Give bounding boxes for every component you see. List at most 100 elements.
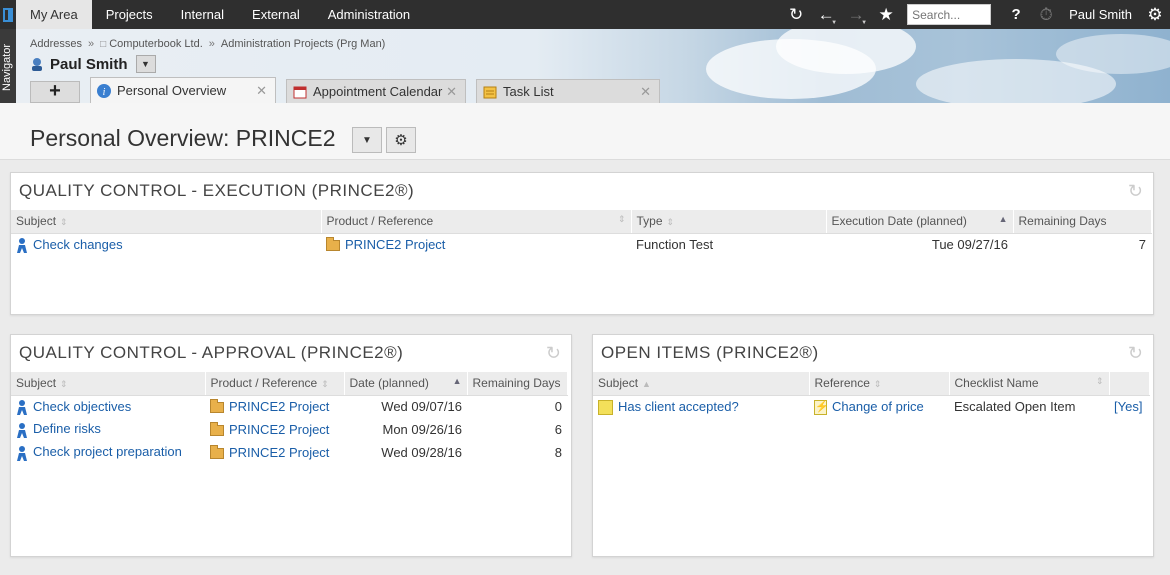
reference-link[interactable]: PRINCE2 Project xyxy=(229,422,329,437)
date-cell: Wed 09/28/16 xyxy=(344,441,467,464)
tab-appointment-calendar[interactable]: Appointment Calendar ✕ xyxy=(286,79,466,103)
execution-table: Subject ⇕ Product / Reference ⇕ Type ⇕ Exec… xyxy=(11,210,1152,256)
user-icon xyxy=(32,58,42,71)
person-dropdown-button[interactable]: ▼ xyxy=(135,55,156,73)
navigator-strip[interactable]: Navigator xyxy=(0,29,16,103)
column-header-flag[interactable] xyxy=(1109,372,1150,396)
column-header-reference[interactable]: Product / Reference ⇕ xyxy=(205,372,345,396)
column-header-remaining-days[interactable]: Remaining Days xyxy=(1013,210,1152,234)
app-logo-icon[interactable] xyxy=(0,0,16,29)
breadcrumb: Addresses» □ Computerbook Ltd.» Administra… xyxy=(30,38,386,50)
column-header-reference[interactable]: Reference ⇕ xyxy=(809,372,950,396)
info-icon: i xyxy=(97,83,111,98)
panel-quality-control-approval: QUALITY CONTROL - APPROVAL (PRINCE2®) ↻ … xyxy=(10,334,572,557)
person-name: Paul Smith xyxy=(50,55,128,73)
main-menu: My Area Projects Internal External Admin… xyxy=(16,0,424,29)
svg-text:i: i xyxy=(103,87,106,98)
menu-my-area[interactable]: My Area xyxy=(16,0,92,29)
top-menu-bar: My Area Projects Internal External Admin… xyxy=(0,0,1170,29)
person-icon xyxy=(17,422,27,438)
user-name-top[interactable]: Paul Smith xyxy=(1061,7,1140,22)
panel-refresh-icon[interactable]: ↻ xyxy=(546,343,561,364)
breadcrumb-item[interactable]: Computerbook Ltd. xyxy=(109,38,203,50)
change-request-icon: ⚡ xyxy=(814,399,829,415)
close-tab-icon[interactable]: ✕ xyxy=(446,84,457,100)
column-header-subject[interactable]: Subject ▲ xyxy=(593,372,810,396)
column-header-date[interactable]: Date (planned) ▲ xyxy=(344,372,468,396)
breadcrumb-item[interactable]: Addresses xyxy=(30,38,82,50)
menu-projects[interactable]: Projects xyxy=(92,0,167,29)
column-header-reference[interactable]: Product / Reference ⇕ xyxy=(321,210,632,234)
subject-link[interactable]: Check project preparation xyxy=(33,444,182,459)
view-dropdown-button[interactable]: ▼ xyxy=(352,127,382,153)
help-button[interactable]: ? xyxy=(1001,0,1031,29)
search-input[interactable] xyxy=(907,4,992,25)
reference-link[interactable]: PRINCE2 Project xyxy=(229,399,329,414)
person-icon xyxy=(17,445,27,461)
refresh-icon[interactable]: ↻ xyxy=(781,0,811,29)
tab-task-list[interactable]: Task List ✕ xyxy=(476,79,660,103)
remaining-days-cell: 6 xyxy=(467,418,567,441)
back-arrow-icon[interactable]: ← ▼ xyxy=(811,0,841,29)
breadcrumb-item[interactable]: Administration Projects (Prg Man) xyxy=(221,38,385,50)
tab-label: Appointment Calendar xyxy=(313,84,443,99)
calendar-icon xyxy=(293,86,307,98)
view-settings-gear-icon[interactable]: ⚙ xyxy=(386,127,416,153)
settings-gear-icon[interactable]: ⚙ xyxy=(1140,0,1170,29)
panel-open-items: OPEN ITEMS (PRINCE2®) ↻ Subject ▲ Referen… xyxy=(592,334,1154,557)
panel-refresh-icon[interactable]: ↻ xyxy=(1128,343,1143,364)
folder-icon xyxy=(210,445,224,460)
flag-link[interactable]: [Yes] xyxy=(1114,399,1142,414)
page-title-bar: Personal Overview: PRINCE2 ▼ ⚙ xyxy=(0,103,1170,160)
checklist-icon xyxy=(598,399,613,415)
panel-quality-control-execution: QUALITY CONTROL - EXECUTION (PRINCE2®) ↻… xyxy=(10,172,1154,315)
table-row[interactable]: Has client accepted? ⚡ Change of price Es… xyxy=(593,395,1149,418)
tab-label: Task List xyxy=(503,84,554,99)
add-tab-button[interactable]: + xyxy=(30,81,80,103)
menu-external[interactable]: External xyxy=(238,0,314,29)
close-tab-icon[interactable]: ✕ xyxy=(640,84,651,100)
tab-bar: + i Personal Overview ✕ Appointment Cale… xyxy=(30,77,660,103)
tab-label: Personal Overview xyxy=(117,83,227,98)
folder-icon xyxy=(326,237,340,252)
panel-title: QUALITY CONTROL - EXECUTION (PRINCE2®) xyxy=(19,181,415,200)
menu-administration[interactable]: Administration xyxy=(314,0,424,29)
column-header-subject[interactable]: Subject ⇕ xyxy=(11,210,322,234)
column-header-execution-date[interactable]: Execution Date (planned) ▲ xyxy=(826,210,1014,234)
panel-refresh-icon[interactable]: ↻ xyxy=(1128,181,1143,202)
date-cell: Mon 09/26/16 xyxy=(344,418,467,441)
remaining-days-cell: 0 xyxy=(467,395,567,418)
open-items-table: Subject ▲ Reference ⇕ Checklist Name ⇕ Has … xyxy=(593,372,1150,418)
panel-title: OPEN ITEMS (PRINCE2®) xyxy=(601,343,819,362)
folder-icon xyxy=(210,422,224,437)
table-row[interactable]: Check changes PRINCE2 Project Function T… xyxy=(11,233,1151,256)
task-list-icon xyxy=(483,86,497,98)
table-row[interactable]: Check project preparation PRINCE2 Projec… xyxy=(11,441,567,464)
close-tab-icon[interactable]: ✕ xyxy=(256,83,267,99)
remaining-days-cell: 7 xyxy=(1013,233,1151,256)
table-row[interactable]: Check objectives PRINCE2 Project Wed 09/… xyxy=(11,395,567,418)
reference-link[interactable]: PRINCE2 Project xyxy=(229,445,329,460)
forward-arrow-icon[interactable]: → ▼ xyxy=(841,0,871,29)
stopwatch-icon[interactable]: ⏱ xyxy=(1031,0,1061,29)
column-header-type[interactable]: Type ⇕ xyxy=(631,210,827,234)
table-row[interactable]: Define risks PRINCE2 Project Mon 09/26/1… xyxy=(11,418,567,441)
panel-title: QUALITY CONTROL - APPROVAL (PRINCE2®) xyxy=(19,343,404,362)
column-header-remaining-days[interactable]: Remaining Days xyxy=(467,372,568,396)
subject-link[interactable]: Check objectives xyxy=(33,399,131,414)
person-icon xyxy=(17,399,27,415)
date-cell: Wed 09/07/16 xyxy=(344,395,467,418)
column-header-subject[interactable]: Subject ⇕ xyxy=(11,372,206,396)
favorites-star-icon[interactable]: ★ xyxy=(871,0,901,29)
column-header-checklist-name[interactable]: Checklist Name ⇕ xyxy=(949,372,1110,396)
folder-icon xyxy=(210,399,224,414)
tab-personal-overview[interactable]: i Personal Overview ✕ xyxy=(90,77,276,103)
reference-link[interactable]: PRINCE2 Project xyxy=(345,237,445,252)
subject-link[interactable]: Has client accepted? xyxy=(618,399,739,414)
page-title: Personal Overview: PRINCE2 xyxy=(30,125,336,151)
menu-internal[interactable]: Internal xyxy=(167,0,238,29)
subject-link[interactable]: Define risks xyxy=(33,421,101,436)
reference-link[interactable]: Change of price xyxy=(832,399,924,414)
person-icon xyxy=(17,237,27,253)
subject-link[interactable]: Check changes xyxy=(33,237,123,252)
